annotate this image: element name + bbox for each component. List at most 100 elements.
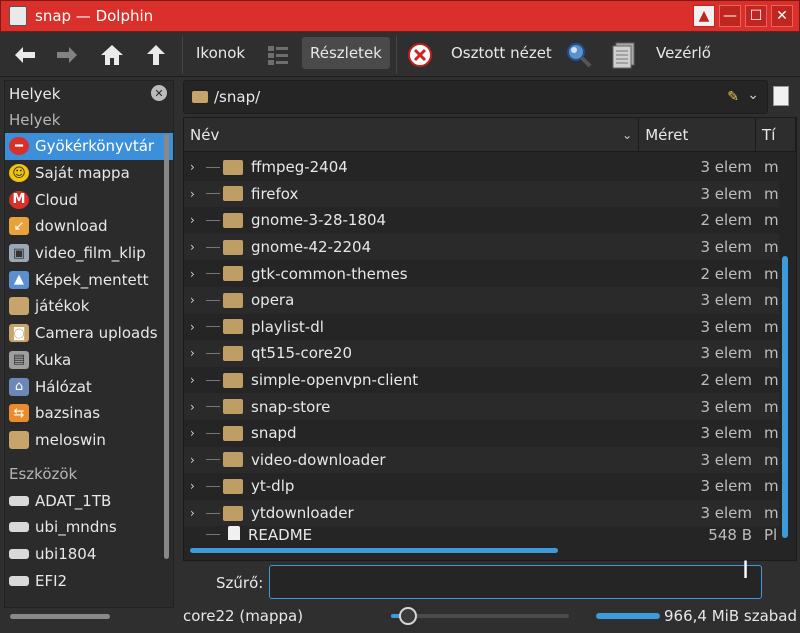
table-row[interactable]: › qt515-core20 3 elem m xyxy=(184,340,779,367)
expand-chevron-icon[interactable]: › xyxy=(190,346,202,360)
table-row[interactable]: › ffmpeg-2404 3 elem m xyxy=(184,154,779,181)
expand-chevron-icon[interactable]: › xyxy=(190,160,202,174)
place-item-cloud[interactable]: M Cloud xyxy=(5,186,173,213)
maximize-button[interactable]: ☐ xyxy=(745,5,767,27)
table-row[interactable]: › firefox 3 elem m xyxy=(184,180,779,208)
folder-icon xyxy=(192,91,208,103)
expand-chevron-icon[interactable]: › xyxy=(190,293,202,307)
back-arrow-icon[interactable] xyxy=(12,41,40,69)
terminal-icon[interactable] xyxy=(610,41,638,69)
table-row[interactable]: › gtk-common-themes 2 elem m xyxy=(184,260,779,287)
home-icon[interactable] xyxy=(98,41,126,69)
expand-chevron-icon[interactable]: › xyxy=(190,400,202,414)
place-item-meloswin[interactable]: meloswin xyxy=(5,427,173,454)
filter-input[interactable] xyxy=(269,565,762,599)
file-type: m xyxy=(764,424,779,443)
close-panel-icon[interactable]: ✕ xyxy=(151,85,167,101)
expand-chevron-icon[interactable]: › xyxy=(190,320,202,334)
table-row[interactable]: › gnome-3-28-1804 2 elem m xyxy=(184,207,779,234)
places-section-title: Helyek xyxy=(9,111,61,129)
place-item-label: Kuka xyxy=(35,350,72,369)
chevron-down-icon[interactable]: ⌄ xyxy=(747,87,759,103)
main-toolbar: Ikonok Részletek Osztott nézet Vezérlő xyxy=(0,32,800,77)
expand-chevron-icon[interactable]: › xyxy=(190,240,202,254)
table-row[interactable]: › playlist-dl 3 elem m xyxy=(184,314,779,341)
file-view: Név ⌄ Méret Tí › ffmpeg-2404 3 elem m › … xyxy=(183,117,797,561)
zoom-slider-handle[interactable] xyxy=(399,607,417,625)
places-vertical-scrollbar[interactable] xyxy=(164,134,169,559)
folder-icon xyxy=(223,212,243,228)
file-type: m xyxy=(764,450,779,469)
table-row[interactable]: README 548 B Pl xyxy=(184,526,779,541)
clear-location-icon[interactable]: ✎ xyxy=(727,89,739,105)
zoom-slider[interactable] xyxy=(391,607,569,625)
expand-chevron-icon[interactable]: › xyxy=(190,426,202,440)
table-row[interactable]: › yt-dlp 3 elem m xyxy=(184,473,779,500)
expand-chevron-icon[interactable]: › xyxy=(190,213,202,227)
column-header-size[interactable]: Méret xyxy=(639,118,757,152)
scrollbar-thumb[interactable] xyxy=(782,256,788,538)
place-item-video[interactable]: ▣ video_film_klip xyxy=(5,240,173,267)
split-view-button[interactable]: Osztott nézet xyxy=(451,44,552,62)
places-panel-header: Helyek xyxy=(9,85,61,103)
icons-view-button[interactable]: Ikonok xyxy=(196,44,245,62)
place-item-download[interactable]: ↙ download xyxy=(5,213,173,240)
table-row[interactable]: › snapd 3 elem m xyxy=(184,420,779,447)
place-item-pictures[interactable]: ▲ Képek_mentett xyxy=(5,266,173,293)
expand-chevron-icon[interactable]: › xyxy=(190,267,202,281)
places-horizontal-scrollbar[interactable] xyxy=(10,614,110,619)
compact-view-icon[interactable] xyxy=(264,41,292,69)
device-item[interactable]: EFI2 xyxy=(5,567,173,594)
file-type: m xyxy=(764,264,779,283)
file-size: 3 elem xyxy=(700,158,752,177)
minimize-button[interactable]: — xyxy=(719,5,741,27)
place-item-root[interactable]: ━ Gyökérkönyvtár xyxy=(5,133,173,160)
table-row[interactable]: › opera 3 elem m xyxy=(184,286,779,314)
home-smile-icon: ☺ xyxy=(9,164,29,183)
expand-chevron-icon[interactable]: › xyxy=(190,479,202,493)
place-item-camera-uploads[interactable]: ◙ Camera uploads xyxy=(5,320,173,347)
table-row[interactable]: › gnome-42-2204 3 elem m xyxy=(184,233,779,261)
table-row[interactable]: › ytdownloader 3 elem m xyxy=(184,499,779,527)
place-item-network[interactable]: ⌂ Hálózat xyxy=(5,373,173,400)
file-size: 3 elem xyxy=(700,477,752,496)
folder-icon xyxy=(223,319,243,335)
details-view-button[interactable]: Részletek xyxy=(302,37,390,69)
keep-above-button[interactable]: ▲ xyxy=(693,5,715,27)
expand-chevron-icon[interactable]: › xyxy=(190,453,202,467)
location-path[interactable]: /snap/ xyxy=(214,88,260,106)
tree-line xyxy=(206,246,220,248)
file-view-horizontal-scrollbar[interactable] xyxy=(190,548,558,553)
devices-section-title: Eszközök xyxy=(9,465,78,484)
expand-chevron-icon[interactable]: › xyxy=(190,506,202,520)
column-header-type[interactable]: Tí xyxy=(756,118,796,152)
control-menu-button[interactable]: Vezérlő xyxy=(656,44,711,62)
close-button[interactable]: ✕ xyxy=(771,5,793,27)
split-view-close-icon[interactable] xyxy=(406,41,434,69)
place-item-home[interactable]: ☺ Saját mappa xyxy=(5,160,173,187)
table-row[interactable]: › snap-store 3 elem m xyxy=(184,393,779,420)
column-header-name-label: Név xyxy=(190,126,220,144)
file-view-vertical-scrollbar[interactable] xyxy=(782,156,788,560)
device-item[interactable]: ubi_mndns xyxy=(5,514,173,541)
expand-chevron-icon[interactable]: › xyxy=(190,373,202,387)
up-arrow-icon[interactable] xyxy=(142,41,170,69)
device-item[interactable]: ADAT_1TB xyxy=(5,487,173,514)
place-item-label: download xyxy=(35,217,108,236)
location-bar[interactable]: /snap/ ✎ ⌄ xyxy=(183,80,768,114)
place-item-bazsinas[interactable]: ⇆ bazsinas xyxy=(5,400,173,427)
table-row[interactable]: › simple-openvpn-client 2 elem m xyxy=(184,367,779,394)
place-item-games[interactable]: játékok xyxy=(5,293,173,320)
expand-chevron-icon[interactable]: › xyxy=(190,187,202,201)
dolphin-app-icon[interactable] xyxy=(9,6,27,26)
places-panel: Helyek ✕ Helyek ━ Gyökérkönyvtár ☺ Saját… xyxy=(4,80,174,608)
place-item-trash[interactable]: ▤ Kuka xyxy=(5,347,173,374)
column-header-name[interactable]: Név ⌄ xyxy=(184,118,640,152)
file-size: 2 elem xyxy=(700,211,752,230)
file-type: m xyxy=(764,184,779,203)
device-item[interactable]: ubi1804 xyxy=(5,541,173,568)
table-row[interactable]: › video-downloader 3 elem m xyxy=(184,446,779,474)
document-icon[interactable] xyxy=(773,86,789,106)
magnifier-icon[interactable] xyxy=(565,41,593,69)
forward-arrow-icon[interactable] xyxy=(52,41,80,69)
